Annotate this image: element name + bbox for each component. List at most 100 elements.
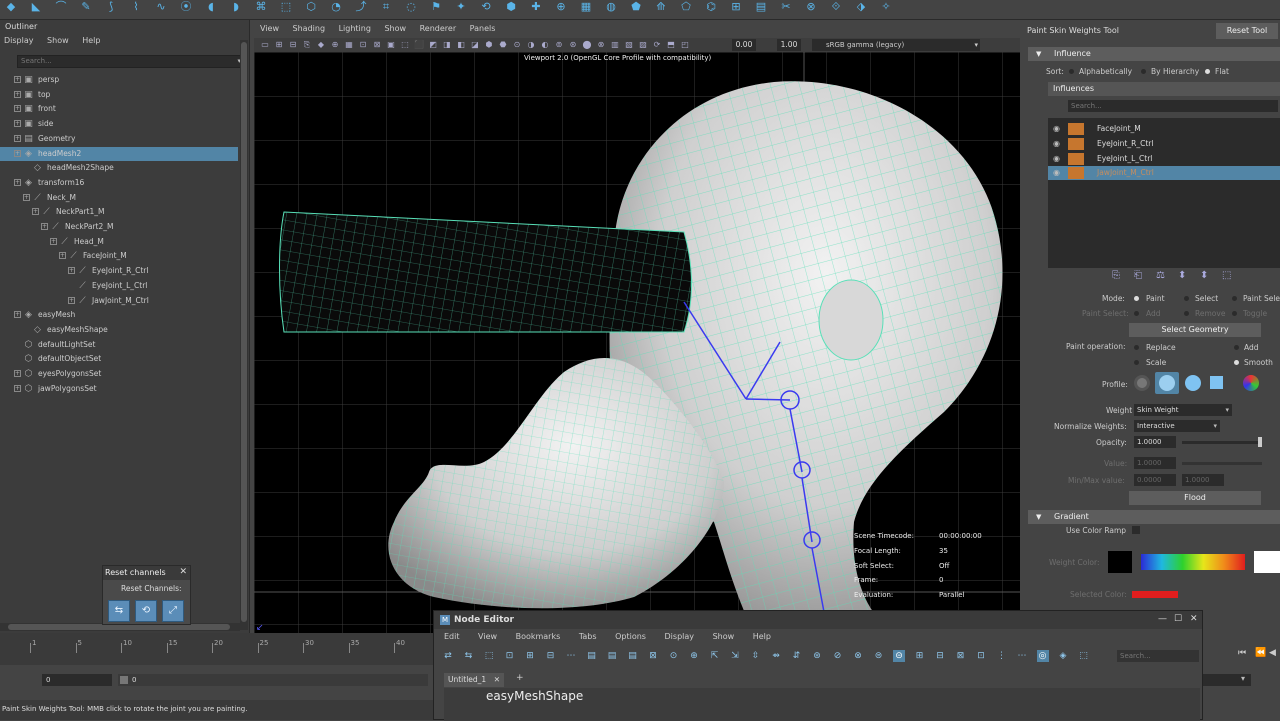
viewport-tool-icon[interactable]: ⬤ [582, 40, 592, 50]
viewport-tool-icon[interactable]: ◪ [470, 40, 480, 50]
viewport-menu-renderer[interactable]: Renderer [420, 24, 457, 33]
expand-toggle-icon[interactable]: + [68, 267, 75, 275]
outliner-item[interactable]: ⟋ EyeJoint_L_Ctrl [0, 279, 238, 294]
node-editor-tool-icon[interactable]: ⇱ [709, 650, 721, 662]
shelf-tool-icon[interactable]: ⬟ [629, 1, 643, 13]
weight-type-dropdown[interactable]: Skin Weight ▾ [1134, 404, 1232, 416]
shelf-tool-icon[interactable]: ⟐ [829, 1, 843, 13]
min-value-field[interactable]: 0.0000 [1134, 474, 1176, 486]
sort-flat-radio[interactable] [1205, 69, 1210, 74]
lock-weights-icon[interactable] [1068, 137, 1084, 150]
opacity-slider-handle[interactable] [1258, 437, 1263, 447]
paint-op-add-radio[interactable] [1234, 345, 1239, 350]
play-back-icon[interactable]: ◀ [1269, 648, 1276, 658]
outliner-menu-display[interactable]: Display [4, 36, 34, 45]
shelf-tool-icon[interactable]: ▤ [754, 1, 768, 13]
value-slider-track[interactable] [1182, 462, 1262, 465]
paint-op-scale-radio[interactable] [1134, 360, 1139, 365]
node-editor-tool-icon[interactable]: ⊜ [873, 650, 885, 662]
outliner-item[interactable]: + ⬡ eyesPolygonsSet [0, 367, 238, 382]
viewport-tool-icon[interactable]: ◆ [316, 40, 326, 50]
eye-icon[interactable]: ◉ [1053, 154, 1063, 164]
node-editor-tool-icon[interactable]: ⋮ [996, 650, 1008, 662]
viewport-tool-icon[interactable]: ⊞ [274, 40, 284, 50]
viewport-menu-show[interactable]: Show [384, 24, 406, 33]
node-menu-show[interactable]: Show [713, 632, 735, 641]
viewport-tool-icon[interactable]: ⊛ [568, 40, 578, 50]
shelf-tool-icon[interactable]: ◖ [204, 1, 218, 13]
outliner-item[interactable]: + ⟋ EyeJoint_R_Ctrl [0, 264, 238, 279]
shelf-tool-icon[interactable]: ⊗ [804, 1, 818, 13]
reset-translate-button[interactable]: ⇆ [108, 600, 130, 622]
viewport-tool-icon[interactable]: ▣ [386, 40, 396, 50]
shelf-tool-icon[interactable]: ◣ [29, 1, 43, 13]
tab-untitled-1[interactable]: Untitled_1 ✕ [444, 673, 504, 687]
influence-tool-icon[interactable]: ⎗ [1134, 270, 1142, 281]
shelf-tool-icon[interactable]: ⚑ [429, 1, 443, 13]
outliner-item[interactable]: + ▣ top [0, 88, 238, 103]
step-back-icon[interactable]: ⏮ [1238, 648, 1246, 658]
viewport-tool-icon[interactable]: ⊡ [358, 40, 368, 50]
expand-toggle-icon[interactable]: + [41, 223, 48, 230]
node-editor-tool-icon[interactable]: ⊙ [668, 650, 680, 662]
reset-rotate-button[interactable]: ⟲ [135, 600, 157, 622]
expand-toggle-icon[interactable]: + [14, 120, 21, 128]
node-menu-view[interactable]: View [478, 632, 497, 641]
outliner-item[interactable]: + ▤ Geometry [0, 132, 238, 147]
node-search-input[interactable]: Search... [1117, 650, 1199, 662]
lock-weights-icon[interactable] [1068, 152, 1084, 165]
node-editor-tool-icon[interactable]: ⊕ [688, 650, 700, 662]
outliner-item[interactable]: + ⟋ NeckPart2_M [0, 220, 238, 235]
viewport-tool-icon[interactable]: ⬣ [498, 40, 508, 50]
paint-select-toggle-radio[interactable] [1232, 311, 1237, 316]
node-graph-canvas[interactable]: easyMeshShape [444, 688, 1200, 721]
viewport-tool-icon[interactable]: ⬛ [414, 40, 424, 50]
influence-row[interactable]: ◉ FaceJoint_M [1048, 122, 1280, 136]
node-editor-tool-icon[interactable]: ◎ [1036, 650, 1049, 662]
viewport-tool-icon[interactable]: ▥ [610, 40, 620, 50]
outliner-search-input[interactable]: Search... ▾ [17, 55, 244, 68]
node-editor-tool-icon[interactable]: ▤ [586, 650, 598, 662]
node-editor-tool-icon[interactable]: ⊡ [504, 650, 516, 662]
influence-tool-icon[interactable]: ⬍ [1178, 270, 1186, 281]
sort-alpha-radio[interactable] [1069, 69, 1074, 74]
influence-section-header[interactable]: ▼ Influence [1028, 47, 1280, 61]
shelf-tool-icon[interactable]: ⌇ [129, 1, 143, 13]
shelf-tool-icon[interactable]: ◍ [604, 1, 618, 13]
expand-toggle-icon[interactable]: + [14, 90, 21, 98]
node-menu-edit[interactable]: Edit [444, 632, 460, 641]
shelf-tool-icon[interactable]: ✎ [79, 1, 93, 13]
influence-row[interactable]: ◉ JawJoint_M_Ctrl [1048, 166, 1280, 181]
eye-icon[interactable]: ◉ [1053, 124, 1063, 134]
ramp-end-color-swatch[interactable] [1254, 551, 1280, 573]
node-menu-tabs[interactable]: Tabs [579, 632, 597, 641]
opacity-field[interactable]: 1.0000 [1134, 436, 1176, 448]
viewport-tool-icon[interactable]: ⎘ [302, 40, 312, 50]
shelf-tool-icon[interactable]: ✂ [779, 1, 793, 13]
outliner-item[interactable]: ⬡ defaultLightSet [0, 338, 238, 353]
node-editor-tool-icon[interactable]: ⊡ [975, 650, 987, 662]
shelf-tool-icon[interactable]: ⟆ [104, 1, 118, 13]
profile-soft-button[interactable] [1155, 372, 1179, 394]
gradient-section-header[interactable]: ▼ Gradient [1028, 510, 1280, 524]
step-back-key-icon[interactable]: ⏪ [1255, 648, 1266, 658]
expand-toggle-icon[interactable]: + [14, 370, 21, 377]
mode-select-radio[interactable] [1184, 296, 1189, 301]
lock-weights-icon[interactable] [1068, 167, 1084, 180]
node-editor-tool-icon[interactable]: ⇄ [442, 650, 454, 662]
influence-tool-icon[interactable]: ⬍ [1200, 270, 1208, 281]
range-start-field[interactable]: 0 [42, 674, 112, 686]
outliner-item[interactable]: + ⟋ JawJoint_M_Ctrl [0, 294, 238, 309]
shelf-tool-icon[interactable]: ⊞ [729, 1, 743, 13]
influence-tool-icon[interactable]: ⚖ [1156, 270, 1165, 281]
reset-scale-button[interactable]: ⤢ [162, 600, 184, 622]
paint-select-remove-radio[interactable] [1184, 311, 1189, 316]
viewport-tool-icon[interactable]: ⬢ [484, 40, 494, 50]
viewport-menu-lighting[interactable]: Lighting [339, 24, 371, 33]
expand-toggle-icon[interactable]: + [50, 237, 57, 245]
viewport-tool-icon[interactable]: ⟳ [652, 40, 662, 50]
shelf-tool-icon[interactable]: ⬡ [304, 1, 318, 13]
shelf-tool-icon[interactable]: ⊕ [554, 1, 568, 13]
weight-color-swatch[interactable] [1108, 551, 1132, 573]
range-handle-icon[interactable] [120, 676, 128, 684]
